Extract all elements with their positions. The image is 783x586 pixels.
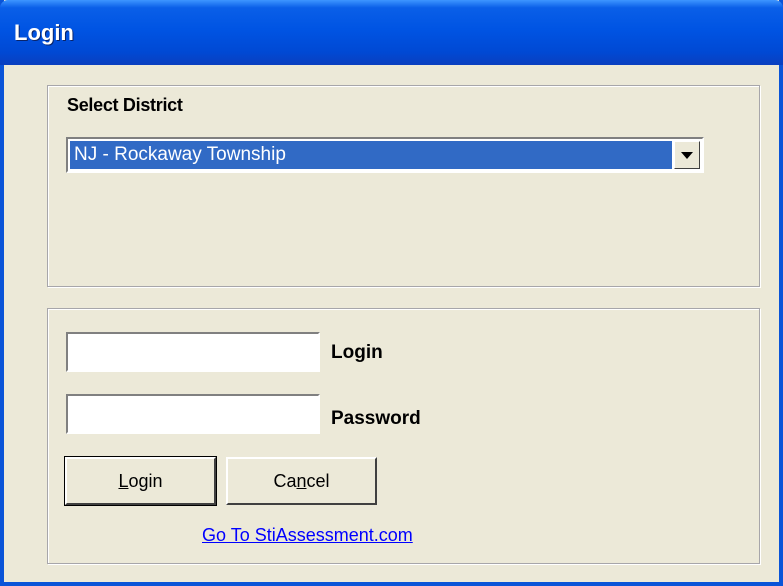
- login-window: Login Select District NJ - Rockaway Town…: [0, 0, 783, 586]
- cancel-button[interactable]: Cancel: [226, 457, 377, 505]
- chevron-down-icon: [681, 151, 693, 159]
- district-selected-value: NJ - Rockaway Township: [70, 141, 672, 169]
- password-label: Password: [331, 408, 421, 429]
- login-button[interactable]: Login: [64, 456, 217, 506]
- cancel-button-label: Cancel: [273, 470, 330, 491]
- password-input[interactable]: [66, 394, 320, 434]
- login-button-label: Login: [118, 470, 163, 491]
- district-dropdown[interactable]: NJ - Rockaway Township: [66, 137, 704, 173]
- district-group-label: Select District: [67, 95, 183, 115]
- login-label: Login: [331, 342, 383, 363]
- title-bar[interactable]: Login: [0, 0, 783, 65]
- dropdown-button[interactable]: [674, 141, 700, 169]
- login-input[interactable]: [66, 332, 320, 372]
- window-title: Login: [14, 20, 74, 45]
- stiassessment-link[interactable]: Go To StiAssessment.com: [202, 525, 413, 546]
